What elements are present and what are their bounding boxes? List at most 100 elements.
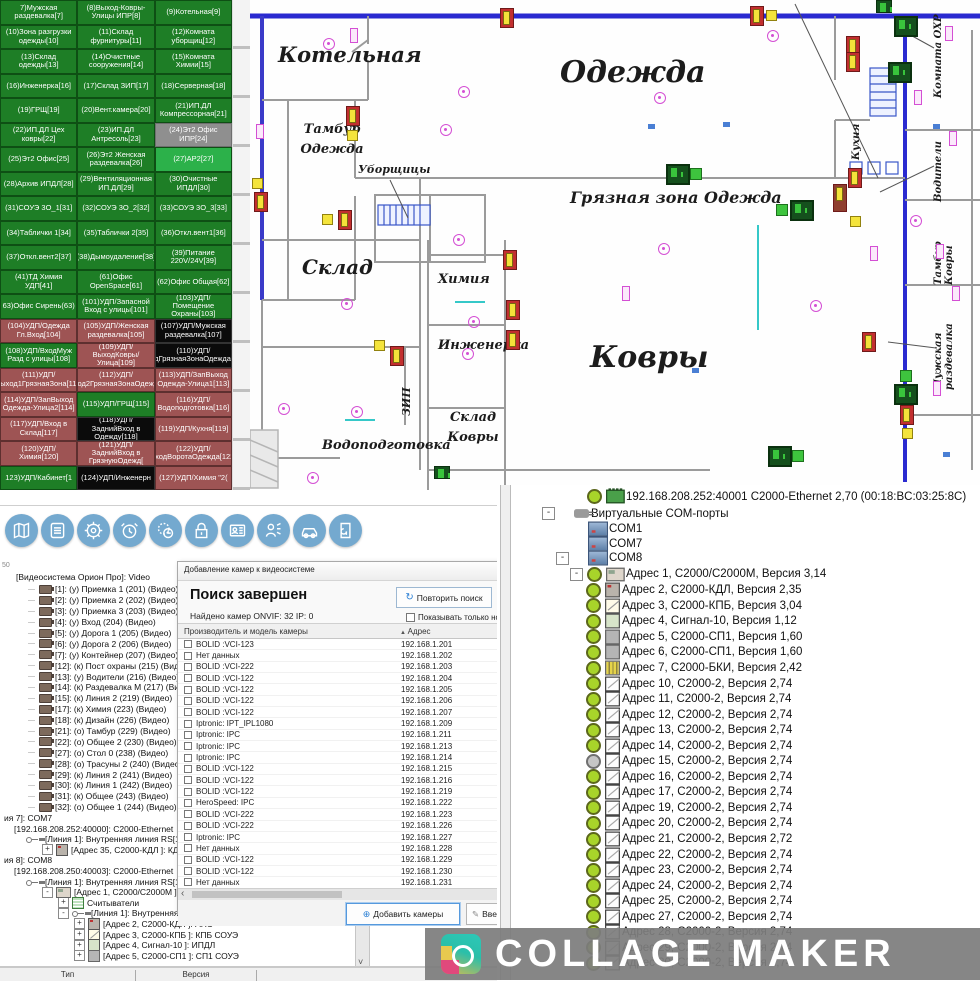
row-checkbox-icon[interactable]: [184, 697, 192, 705]
row-checkbox-icon[interactable]: [184, 652, 192, 660]
camera-table-row[interactable]: BOLID :VCI-122 192.168.1.219: [178, 786, 497, 797]
device-tree-item[interactable]: COM8: [512, 551, 978, 566]
device-tree-item[interactable]: Адрес 2, С2000-КДЛ, Версия 2,35: [512, 583, 978, 599]
row-checkbox-icon[interactable]: [184, 856, 192, 864]
zone-cell[interactable]: (41)ТД Химия УДП[41]: [0, 270, 77, 295]
row-checkbox-icon[interactable]: [184, 754, 192, 762]
zone-cell[interactable]: (38)Дымоудаление[38]: [77, 245, 154, 270]
vehicle-icon[interactable]: [293, 514, 326, 547]
column-model[interactable]: Производитель и модель камеры: [184, 627, 308, 636]
camera-table-row[interactable]: Iptronic: IPC 192.168.1.211: [178, 730, 497, 741]
enter-ip-button[interactable]: ✎ Ввести IP-а: [466, 903, 497, 925]
expander-icon[interactable]: [570, 568, 583, 581]
device-tree-item[interactable]: Адрес 24, С2000-2, Версия 2,74: [512, 878, 978, 894]
column-type[interactable]: Тип: [0, 970, 136, 981]
detector-icon[interactable]: [933, 381, 941, 396]
zone-cell[interactable]: (24)Эт2 Офис ИПР[24]: [155, 123, 232, 148]
device-tree-item[interactable]: Адрес 1, С2000/С2000М, Версия 3,14: [512, 566, 978, 583]
zone-cell[interactable]: 7)Мужская раздевалка[7]: [0, 0, 77, 25]
exit-sign-icon[interactable]: [434, 466, 450, 479]
lock-icon[interactable]: [185, 514, 218, 547]
fire-exit-icon[interactable]: [506, 300, 520, 320]
zone-cell[interactable]: (13)Склад одежды[13]: [0, 49, 77, 74]
device-tree-item[interactable]: Адрес 3, С2000-КПБ, Версия 3,04: [512, 598, 978, 614]
zone-cell[interactable]: (32)СОУЭ 3О_2[32]: [77, 196, 154, 221]
zone-cell[interactable]: (115)УДП/ГРЩ[115]: [77, 392, 154, 417]
row-checkbox-icon[interactable]: [184, 799, 192, 807]
pass-card-icon[interactable]: [221, 514, 254, 547]
camera-table-row[interactable]: Iptronic: IPT_IPL1080 192.168.1.209: [178, 718, 497, 729]
zone-cell[interactable]: (25)Эт2 Офис[25]: [0, 147, 77, 172]
zone-cell[interactable]: (110)УДП/ВходГрязнаяЗонаОдежда[110: [155, 343, 232, 368]
zone-cell[interactable]: (116)УДП/Водоподготовка[116]: [155, 392, 232, 417]
settings-wheel-icon[interactable]: [77, 514, 110, 547]
device-tree-item[interactable]: Адрес 17, С2000-2, Версия 2,74: [512, 785, 978, 801]
fire-exit-icon[interactable]: [390, 346, 404, 366]
device-tree-item[interactable]: Адрес 13, С2000-2, Версия 2,74: [512, 722, 978, 738]
zone-cell[interactable]: (121)УДП/ЗаднийВход в ГрязнуюОдежд[: [77, 441, 154, 466]
camera-table-row[interactable]: BOLID :VCI-122 192.168.1.216: [178, 775, 497, 786]
hardware-tree-item[interactable]: [Адрес 3, С2000-КПБ ]: КПБ СОУЭ: [2, 929, 496, 940]
zone-cell[interactable]: (19)ГРЩ[19]: [0, 98, 77, 123]
expander-icon[interactable]: [74, 918, 85, 929]
camera-table-row[interactable]: Iptronic: IPC 192.168.1.227: [178, 832, 497, 843]
zone-cell[interactable]: (104)УДП/Одежда Гл.Вход[104]: [0, 319, 77, 344]
detector-icon[interactable]: [952, 286, 960, 301]
fire-exit-icon[interactable]: [848, 168, 862, 188]
zone-cell[interactable]: (21)ИП.ДЛ Компрессорная[21]: [155, 98, 232, 123]
expander-icon[interactable]: [74, 929, 85, 940]
detector-icon[interactable]: [622, 286, 630, 301]
detector-icon[interactable]: [767, 30, 779, 42]
zone-cell[interactable]: (118)УДП/ЗаднийВход в Одежду[118]: [77, 417, 154, 442]
detector-icon[interactable]: [458, 86, 470, 98]
fire-exit-icon[interactable]: [900, 405, 914, 425]
zone-cell[interactable]: (10)Зона разгрузки одежды[10]: [0, 25, 77, 50]
device-tree-item[interactable]: Адрес 27, С2000-2, Версия 2,74: [512, 909, 978, 925]
row-checkbox-icon[interactable]: [184, 686, 192, 694]
device-tree-item[interactable]: Адрес 5, С2000-СП1, Версия 1,60: [512, 629, 978, 645]
row-checkbox-icon[interactable]: [184, 663, 192, 671]
detector-icon[interactable]: [453, 234, 465, 246]
checkbox-icon[interactable]: [406, 613, 415, 622]
camera-table-row[interactable]: BOLID :VCI-122 192.168.1.207: [178, 707, 497, 718]
camera-table-row[interactable]: HeroSpeed: IPC 192.168.1.222: [178, 798, 497, 809]
detector-icon[interactable]: [870, 246, 878, 261]
fire-exit-icon[interactable]: [750, 6, 764, 26]
zone-cell[interactable]: (112)УДП/Выход2ГрязнаяЗонаОдежда[1: [77, 368, 154, 393]
camera-table-row[interactable]: BOLID :VCI-222 192.168.1.203: [178, 662, 497, 673]
call-point-icon[interactable]: [322, 214, 333, 225]
device-tree-item[interactable]: Адрес 19, С2000-2, Версия 2,74: [512, 800, 978, 816]
zone-cell[interactable]: (36)Откл.вент1[36]: [155, 221, 232, 246]
detector-icon[interactable]: [468, 316, 480, 328]
zone-cell[interactable]: (109)УДП/ВыходКовры/Улица[109]: [77, 343, 154, 368]
camera-table-row[interactable]: BOLID :VCI-122 192.168.1.215: [178, 764, 497, 775]
exit-sign-icon[interactable]: [876, 0, 892, 13]
camera-table-row[interactable]: Iptronic: IPC 192.168.1.214: [178, 752, 497, 763]
zone-cell[interactable]: (113)УДП/ЗапВыход Одежда-Улица1[113]: [155, 368, 232, 393]
device-tree-item[interactable]: COM7: [512, 537, 978, 552]
device-tree-item[interactable]: Адрес 15, С2000-2, Версия 2,74: [512, 754, 978, 770]
zone-cell[interactable]: (15)Комната Химии[15]: [155, 49, 232, 74]
zone-cell[interactable]: (27)АР2[27]: [155, 147, 232, 172]
fire-exit-icon[interactable]: [338, 210, 352, 230]
exit-sign-icon[interactable]: [666, 164, 690, 185]
add-cameras-button[interactable]: ⊕ Добавить камеры: [346, 903, 460, 925]
detector-icon[interactable]: [910, 215, 922, 227]
zone-cell[interactable]: (124)УДП/Инженерн: [77, 466, 154, 491]
row-checkbox-icon[interactable]: [184, 788, 192, 796]
zone-cell[interactable]: (16)Инженерка[16]: [0, 74, 77, 99]
zone-cell[interactable]: (33)СОУЭ 3О_3[33]: [155, 196, 232, 221]
detector-icon[interactable]: [350, 28, 358, 43]
exit-sign-icon[interactable]: [888, 62, 912, 83]
row-checkbox-icon[interactable]: [184, 765, 192, 773]
detector-icon[interactable]: [323, 38, 335, 50]
device-tree-item[interactable]: Адрес 12, С2000-2, Версия 2,74: [512, 707, 978, 723]
exit-indicator-icon[interactable]: [690, 168, 702, 180]
expander-icon[interactable]: [42, 887, 53, 898]
detector-icon[interactable]: [440, 124, 452, 136]
fire-exit-icon[interactable]: [862, 332, 876, 352]
zone-cell[interactable]: (101)УДП/Запасной Вход с улицы[101]: [77, 294, 154, 319]
exit-indicator-icon[interactable]: [792, 450, 804, 462]
expander-icon[interactable]: [74, 950, 85, 961]
zone-cell[interactable]: (28)Архив ИПДЛ[28]: [0, 172, 77, 197]
